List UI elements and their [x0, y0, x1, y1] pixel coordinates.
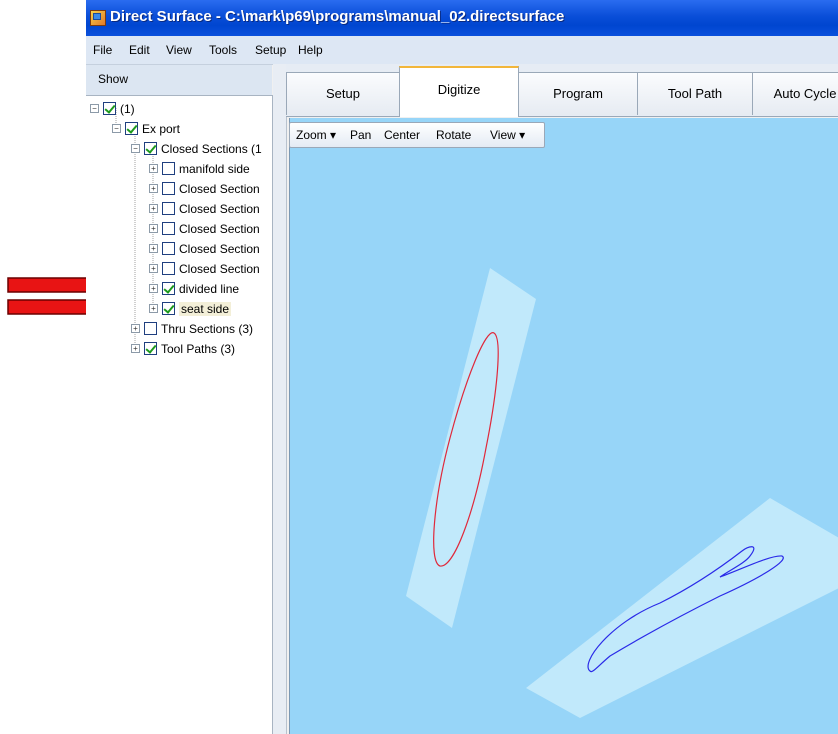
tree-checkbox[interactable] [125, 122, 138, 135]
tree-row[interactable]: + Thru Sections (3) [131, 319, 253, 338]
expand-icon[interactable]: + [149, 304, 158, 313]
tab-program[interactable]: Program [518, 72, 638, 115]
tab-setup[interactable]: Setup [286, 72, 400, 115]
tree-checkbox[interactable] [144, 322, 157, 335]
tree-label: Closed Section [179, 261, 260, 276]
tree-label: seat side [179, 301, 232, 316]
tree-checkbox[interactable] [162, 262, 175, 275]
tree-row[interactable]: + Tool Paths (3) [131, 339, 235, 358]
tree-label: Closed Section [179, 201, 260, 216]
window-title: Direct Surface - C:\mark\p69\programs\ma… [110, 8, 565, 25]
expand-icon[interactable]: + [149, 264, 158, 273]
show-label: Show [98, 72, 129, 86]
menu-file[interactable]: File [93, 43, 112, 57]
menu-setup[interactable]: Setup [255, 43, 286, 57]
expand-icon[interactable]: + [149, 244, 158, 253]
tab-strip: Setup Digitize Program Tool Path Auto Cy… [286, 64, 838, 117]
tab-auto-cycle[interactable]: Auto Cycle [752, 72, 838, 115]
tree-label: manifold side [179, 161, 250, 176]
tab-digitize[interactable]: Digitize [399, 66, 519, 117]
title-bar[interactable]: Direct Surface - C:\mark\p69\programs\ma… [86, 0, 838, 36]
tree-label: Ex port [142, 121, 181, 136]
app-window: Direct Surface - C:\mark\p69\programs\ma… [86, 0, 838, 734]
app-icon [90, 10, 106, 26]
tree-checkbox[interactable] [144, 342, 157, 355]
center-button[interactable]: Center [384, 128, 420, 142]
view-toolbar: Zoom ▾ Pan Center Rotate View ▾ [289, 122, 545, 148]
expand-icon[interactable]: + [149, 164, 158, 173]
tree-row[interactable]: − Closed Sections (1 [131, 139, 262, 158]
expand-icon[interactable]: + [149, 184, 158, 193]
panel-splitter[interactable] [273, 64, 287, 734]
tree-row[interactable]: + seat side [149, 299, 232, 318]
tree-label: Closed Section [179, 181, 260, 196]
show-panel-header: Show [86, 65, 272, 95]
tree-label: divided line [179, 281, 240, 296]
expand-icon[interactable]: + [149, 204, 158, 213]
tree-checkbox[interactable] [103, 102, 116, 115]
tree-label: Thru Sections (3) [161, 321, 254, 336]
tab-tool-path[interactable]: Tool Path [637, 72, 753, 115]
tree-checkbox[interactable] [162, 182, 175, 195]
collapse-icon[interactable]: − [90, 104, 99, 113]
tree-checkbox[interactable] [162, 162, 175, 175]
pan-button[interactable]: Pan [350, 128, 371, 142]
expand-icon[interactable]: + [149, 284, 158, 293]
expand-icon[interactable]: + [131, 344, 140, 353]
expand-icon[interactable]: + [149, 224, 158, 233]
collapse-icon[interactable]: − [112, 124, 121, 133]
section-plane-1 [406, 268, 536, 628]
menu-tools[interactable]: Tools [209, 43, 237, 57]
tree-panel: − (1) − Ex port − Closed Sections (1 + m… [86, 95, 273, 734]
tree-checkbox[interactable] [162, 222, 175, 235]
menu-edit[interactable]: Edit [129, 43, 150, 57]
section-plane-2 [526, 498, 838, 718]
tree-label: Tool Paths (3) [161, 341, 236, 356]
menu-help[interactable]: Help [298, 43, 323, 57]
tree-label: Closed Section [179, 241, 260, 256]
menu-bar: File Edit View Tools Setup Help [86, 36, 838, 65]
view-menu[interactable]: View ▾ [490, 128, 525, 142]
tree-checkbox[interactable] [162, 202, 175, 215]
tree-checkbox[interactable] [144, 142, 157, 155]
tree-label: Closed Section [179, 221, 260, 236]
tree-row[interactable]: + Closed Section [149, 219, 260, 238]
3d-viewport[interactable] [289, 118, 838, 734]
rotate-button[interactable]: Rotate [436, 128, 471, 142]
tree-row[interactable]: − Ex port [112, 119, 180, 138]
menu-view[interactable]: View [166, 43, 192, 57]
tree-row[interactable]: + Closed Section [149, 239, 260, 258]
zoom-menu[interactable]: Zoom ▾ [296, 128, 336, 142]
expand-icon[interactable]: + [131, 324, 140, 333]
tree-row[interactable]: + manifold side [149, 159, 250, 178]
viewport-canvas [406, 268, 838, 718]
tree-checkbox[interactable] [162, 302, 175, 315]
tree-row[interactable]: + Closed Section [149, 179, 260, 198]
tree-checkbox[interactable] [162, 282, 175, 295]
tree-row[interactable]: − (1) [90, 99, 135, 118]
tree-row[interactable]: + Closed Section [149, 199, 260, 218]
collapse-icon[interactable]: − [131, 144, 140, 153]
tree-checkbox[interactable] [162, 242, 175, 255]
tree-row[interactable]: + divided line [149, 279, 239, 298]
tree-row[interactable]: + Closed Section [149, 259, 260, 278]
tree-label: (1) [120, 101, 135, 116]
tree-label: Closed Sections (1 [161, 141, 262, 156]
